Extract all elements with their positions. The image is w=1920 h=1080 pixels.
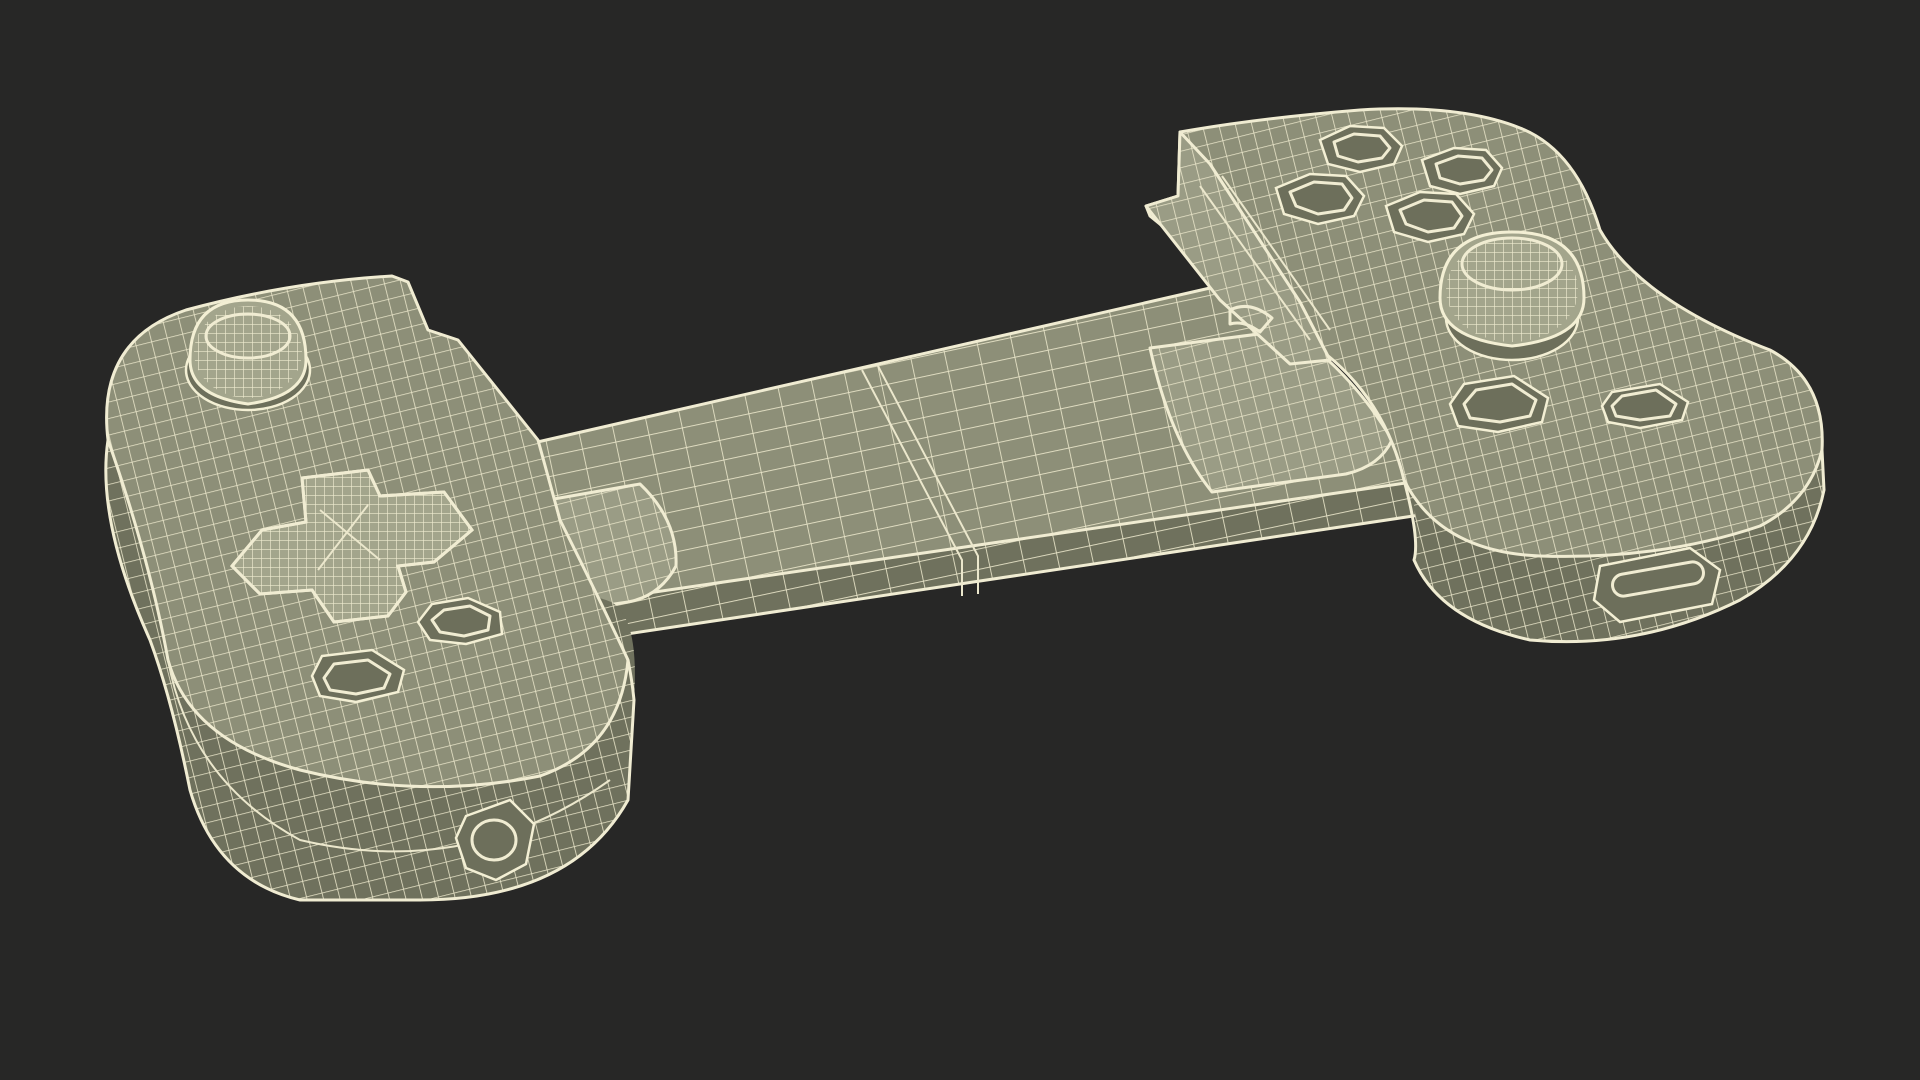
thumbstick-left[interactable]	[184, 298, 312, 412]
face-button-right[interactable]	[1420, 146, 1504, 196]
thumbstick-right[interactable]	[1438, 230, 1586, 362]
face-button-bottom[interactable]	[1384, 190, 1476, 244]
face-button-left[interactable]	[1274, 172, 1366, 226]
face-button-top[interactable]	[1318, 124, 1404, 174]
controller-render	[0, 0, 1920, 1080]
